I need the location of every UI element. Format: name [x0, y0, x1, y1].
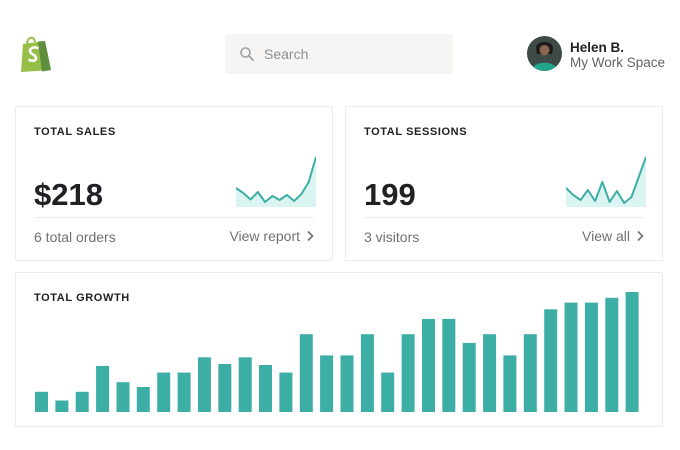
- header: Search Helen B. My Work Space: [0, 0, 680, 100]
- growth-bar: [177, 372, 191, 412]
- total-sales-value: $218: [34, 177, 103, 212]
- chevron-right-icon: [307, 230, 314, 242]
- growth-bar: [259, 365, 272, 412]
- sparkline-area: [236, 157, 316, 207]
- shopify-bag-icon[interactable]: [17, 35, 53, 73]
- total-sales-card: TOTAL SALES $218 6 total orders View rep…: [15, 106, 333, 261]
- view-all-link[interactable]: View all: [582, 228, 644, 244]
- total-growth-card: TOTAL GROWTH: [15, 272, 663, 427]
- growth-bar: [462, 342, 476, 412]
- workspace-name: My Work Space: [570, 55, 666, 70]
- growth-bar: [136, 387, 150, 412]
- growth-bar: [55, 400, 69, 412]
- card-title: TOTAL SESSIONS: [364, 126, 468, 138]
- search-icon: [239, 46, 255, 62]
- growth-bar: [584, 302, 598, 412]
- growth-bar: [279, 372, 293, 412]
- search-input[interactable]: Search: [264, 46, 308, 62]
- total-sessions-value: 199: [364, 177, 416, 212]
- growth-bar: [401, 334, 415, 412]
- growth-bar: [422, 318, 435, 412]
- growth-bar: [75, 391, 89, 412]
- growth-bar: [218, 364, 232, 412]
- view-report-link[interactable]: View report: [229, 228, 314, 244]
- growth-bar: [503, 355, 517, 412]
- chevron-right-icon: [637, 230, 644, 242]
- sparkline-area: [566, 157, 646, 207]
- growth-bar: [605, 297, 619, 412]
- user-avatar[interactable]: [527, 36, 562, 71]
- growth-bar: [116, 382, 130, 412]
- growth-bar: [381, 372, 395, 412]
- growth-bar: [299, 334, 313, 412]
- growth-bar: [157, 372, 171, 412]
- sessions-sparkline: [566, 156, 646, 207]
- growth-bar: [320, 355, 334, 412]
- divider: [364, 217, 644, 218]
- growth-bar: [625, 292, 639, 412]
- growth-bar: [442, 318, 456, 412]
- total-orders-text: 6 total orders: [34, 229, 116, 245]
- view-report-label: View report: [229, 228, 300, 244]
- growth-bar: [35, 391, 48, 412]
- sales-sparkline: [236, 156, 316, 207]
- growth-bar: [96, 365, 110, 412]
- divider: [34, 217, 314, 218]
- growth-bar-chart: [35, 292, 639, 412]
- search-box[interactable]: Search: [225, 34, 453, 74]
- growth-bar: [544, 309, 558, 412]
- growth-bar: [523, 334, 537, 412]
- user-name: Helen B.: [570, 40, 625, 55]
- growth-bar: [340, 355, 354, 412]
- growth-bar: [360, 334, 374, 412]
- growth-bar: [197, 357, 211, 412]
- visitors-text: 3 visitors: [364, 229, 420, 245]
- growth-bar: [483, 334, 497, 412]
- growth-bar: [238, 357, 252, 412]
- view-all-label: View all: [582, 228, 630, 244]
- card-title: TOTAL SALES: [34, 126, 116, 138]
- total-sessions-card: TOTAL SESSIONS 199 3 visitors View all: [345, 106, 663, 261]
- growth-bar: [564, 302, 578, 412]
